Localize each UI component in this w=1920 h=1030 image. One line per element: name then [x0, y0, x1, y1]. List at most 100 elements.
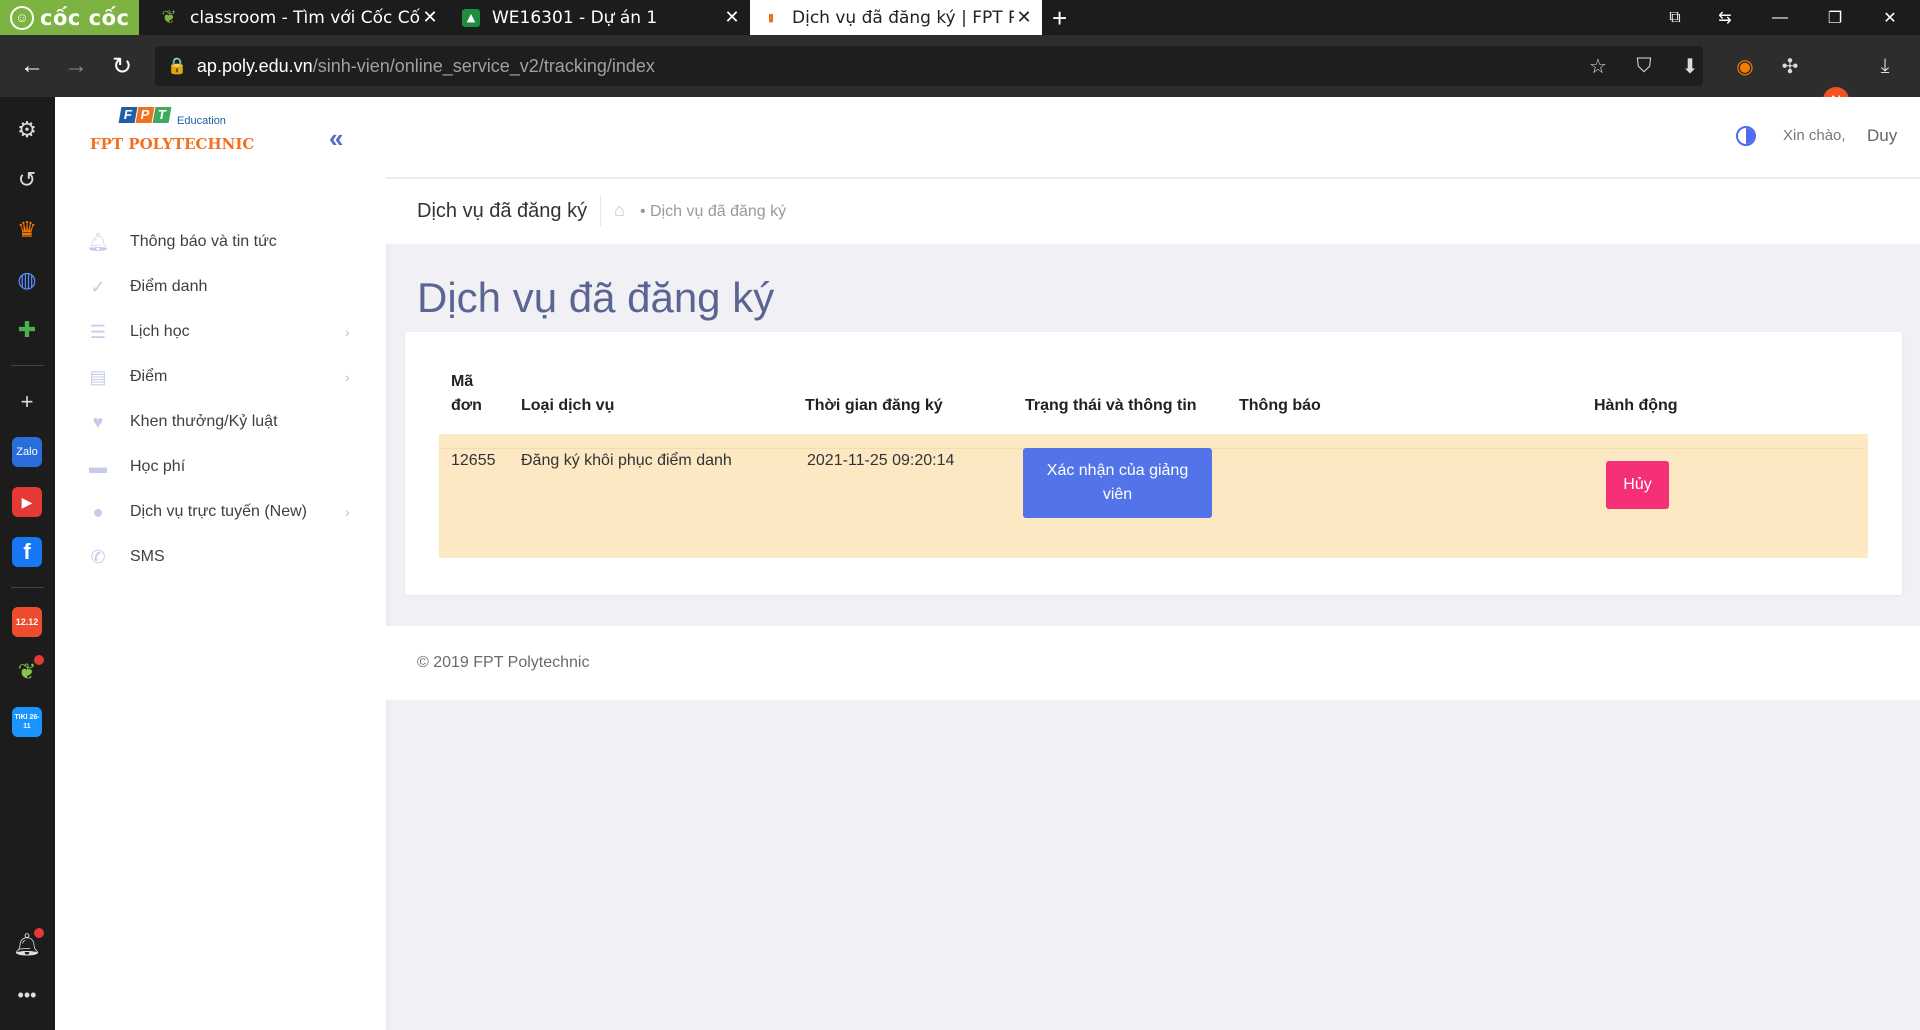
- facebook-icon[interactable]: f: [12, 537, 42, 567]
- menu-item-notifications[interactable]: 🔔︎ Thông báo và tin tức: [55, 222, 386, 262]
- shield-icon[interactable]: ⛉: [1626, 46, 1662, 86]
- menu-item-label: Điểm: [130, 368, 168, 385]
- downloads-icon[interactable]: ⤓: [1867, 46, 1903, 86]
- menu-item-tuition[interactable]: ▬ Học phí: [55, 447, 386, 487]
- column-header-code: Mã đơn: [451, 373, 482, 414]
- fpt-polytechnic-logo[interactable]: FPT Education FPT POLYTECHNIC: [90, 107, 254, 153]
- browser-sidebar: ⚙ ↺ ♛ ◍ ✚ + Zalo ▶ f 12.12 ❦ TIKI 26-11 …: [0, 97, 55, 1030]
- coccoc-logo-icon: ☺: [10, 5, 34, 30]
- star-bookmark-icon[interactable]: ☆: [1580, 46, 1616, 86]
- menu-item-label: Dịch vụ trực tuyến (New): [130, 503, 307, 520]
- close-icon[interactable]: ✕: [420, 7, 440, 28]
- coccoc-leaf-icon: ❦: [161, 7, 177, 28]
- cell-time: 2021-11-25 09:20:14: [807, 452, 955, 469]
- menu-item-label: SMS: [130, 548, 165, 565]
- menu-item-grades[interactable]: ▤ Điểm ›: [55, 357, 386, 397]
- menu-item-rewards[interactable]: ♥ Khen thưởng/Kỷ luật: [55, 402, 386, 442]
- tab-title: classroom - Tìm với Cốc Cốc: [190, 7, 420, 28]
- menu-item-attendance[interactable]: ✓ Điểm danh: [55, 267, 386, 307]
- home-icon[interactable]: ⌂: [614, 200, 625, 221]
- bell-icon: 🔔︎: [86, 231, 110, 252]
- sidebar-divider: [11, 365, 44, 366]
- page-title: Dịch vụ đã đăng ký: [417, 274, 775, 321]
- download-media-icon[interactable]: ⬇: [1672, 46, 1708, 86]
- column-header-notice: Thông báo: [1239, 397, 1321, 414]
- messenger-icon[interactable]: ◍: [12, 265, 42, 295]
- coccoc-extension-icon[interactable]: ◉: [1727, 46, 1763, 86]
- browser-tab-strip: ☺ cốc cốc ❦ classroom - Tìm với Cốc Cốc …: [0, 0, 1920, 35]
- zalo-icon[interactable]: Zalo: [12, 437, 42, 467]
- breadcrumb: • Dịch vụ đã đăng ký: [640, 203, 787, 220]
- chevron-right-icon: ›: [345, 324, 350, 340]
- puzzle-extensions-icon[interactable]: ✣: [1772, 46, 1808, 86]
- browser-brand: cốc cốc: [40, 5, 130, 30]
- tab-title: WE16301 - Dự án 1: [492, 7, 658, 28]
- collapse-sidebar-icon[interactable]: «: [329, 123, 343, 154]
- menu-item-sms[interactable]: ✆ SMS: [55, 537, 386, 577]
- theme-toggle-icon[interactable]: [1736, 126, 1756, 146]
- chevron-right-icon: ›: [345, 504, 350, 520]
- close-window-button[interactable]: ✕: [1870, 0, 1910, 35]
- close-icon[interactable]: ✕: [722, 7, 742, 28]
- tab-search-icon[interactable]: ⧉: [1655, 0, 1695, 35]
- address-bar[interactable]: 🔒 ap.poly.edu.vn /sinh-vien/online_servi…: [155, 46, 1703, 86]
- maximize-button[interactable]: ❐: [1815, 0, 1855, 35]
- tab-registered-services[interactable]: ▮ Dịch vụ đã đăng ký | FPT Poly ✕: [750, 0, 1042, 35]
- shopee-icon[interactable]: 12.12: [12, 607, 42, 637]
- footer-copyright: © 2019 FPT Polytechnic: [417, 654, 590, 671]
- fpt-icon: ▮: [767, 11, 775, 24]
- gamepad-icon[interactable]: ✚: [12, 315, 42, 345]
- column-header-time: Thời gian đăng ký: [805, 397, 943, 414]
- history-icon[interactable]: ↺: [12, 165, 42, 195]
- menu-item-label: Lịch học: [130, 323, 190, 340]
- tiki-icon[interactable]: TIKI 26-11: [12, 707, 42, 737]
- minimize-button[interactable]: —: [1760, 0, 1800, 35]
- menu-item-label: Học phí: [130, 458, 186, 475]
- menu-item-label: Khen thưởng/Kỷ luật: [130, 413, 278, 430]
- youtube-icon[interactable]: ▶: [12, 487, 42, 517]
- status-button[interactable]: Xác nhận của giảng viên: [1023, 448, 1212, 518]
- titlebar-title: Dịch vụ đã đăng ký: [417, 200, 588, 222]
- forward-arrow-icon[interactable]: →: [60, 50, 92, 82]
- new-tab-button[interactable]: +: [1052, 3, 1067, 34]
- back-forward-tabs-icon[interactable]: ⇆: [1705, 0, 1745, 35]
- globe-icon: ●: [92, 501, 104, 522]
- menu-item-label: Điểm danh: [130, 278, 208, 295]
- titlebar-divider: [600, 196, 601, 226]
- notification-dot: [34, 655, 44, 665]
- app-sidebar: FPT Education FPT POLYTECHNIC « 🔔︎ Thông…: [55, 97, 386, 1030]
- lock-icon: 🔒: [167, 58, 187, 75]
- settings-gear-icon[interactable]: ⚙: [12, 115, 42, 145]
- page-footer: © 2019 FPT Polytechnic: [386, 626, 1920, 700]
- fpt-polytechnic-name: FPT POLYTECHNIC: [90, 135, 255, 153]
- fpt-logo-blocks: FPT: [118, 107, 172, 123]
- breadcrumb-current: Dịch vụ đã đăng ký: [650, 203, 787, 220]
- back-arrow-icon[interactable]: ←: [16, 50, 48, 82]
- add-sidebar-app-icon[interactable]: +: [12, 387, 42, 417]
- url-path: /sinh-vien/online_service_v2/tracking/in…: [312, 55, 655, 76]
- column-header-service: Loại dịch vụ: [521, 397, 615, 414]
- tab-title: Dịch vụ đã đăng ký | FPT Poly: [792, 7, 1014, 28]
- coccoc-leaf-icon[interactable]: ❦: [12, 655, 44, 687]
- user-menu[interactable]: Duy: [1867, 126, 1897, 146]
- wallet-icon: ▬: [89, 456, 107, 477]
- notification-dot: [34, 928, 44, 938]
- chevron-right-icon: ›: [345, 369, 350, 385]
- fpt-education-label: Education: [177, 115, 226, 127]
- column-header-status: Trạng thái và thông tin: [1025, 397, 1197, 414]
- coccoc-menu-button[interactable]: ☺ cốc cốc: [0, 0, 139, 35]
- reload-icon[interactable]: ↻: [106, 50, 138, 82]
- cancel-button[interactable]: Hủy: [1606, 461, 1669, 509]
- menu-item-schedule[interactable]: ☰ Lịch học ›: [55, 312, 386, 352]
- bell-icon[interactable]: 🔔︎: [12, 928, 44, 960]
- crown-icon[interactable]: ♛: [12, 215, 42, 245]
- google-classroom-icon: ▲: [462, 8, 480, 27]
- more-icon[interactable]: •••: [12, 980, 42, 1010]
- sidebar-divider: [11, 587, 44, 588]
- app-header: Xin chào, Duy: [386, 97, 1920, 177]
- browser-toolbar: ← → ↻ 🔒 ap.poly.edu.vn /sinh-vien/online…: [0, 35, 1920, 113]
- tab-classroom-search[interactable]: ❦ classroom - Tìm với Cốc Cốc ✕: [148, 0, 448, 35]
- tab-we16301[interactable]: ▲ WE16301 - Dự án 1 ✕: [450, 0, 750, 35]
- menu-item-online-services[interactable]: ● Dịch vụ trực tuyến (New) ›: [55, 492, 386, 532]
- close-icon[interactable]: ✕: [1014, 7, 1034, 28]
